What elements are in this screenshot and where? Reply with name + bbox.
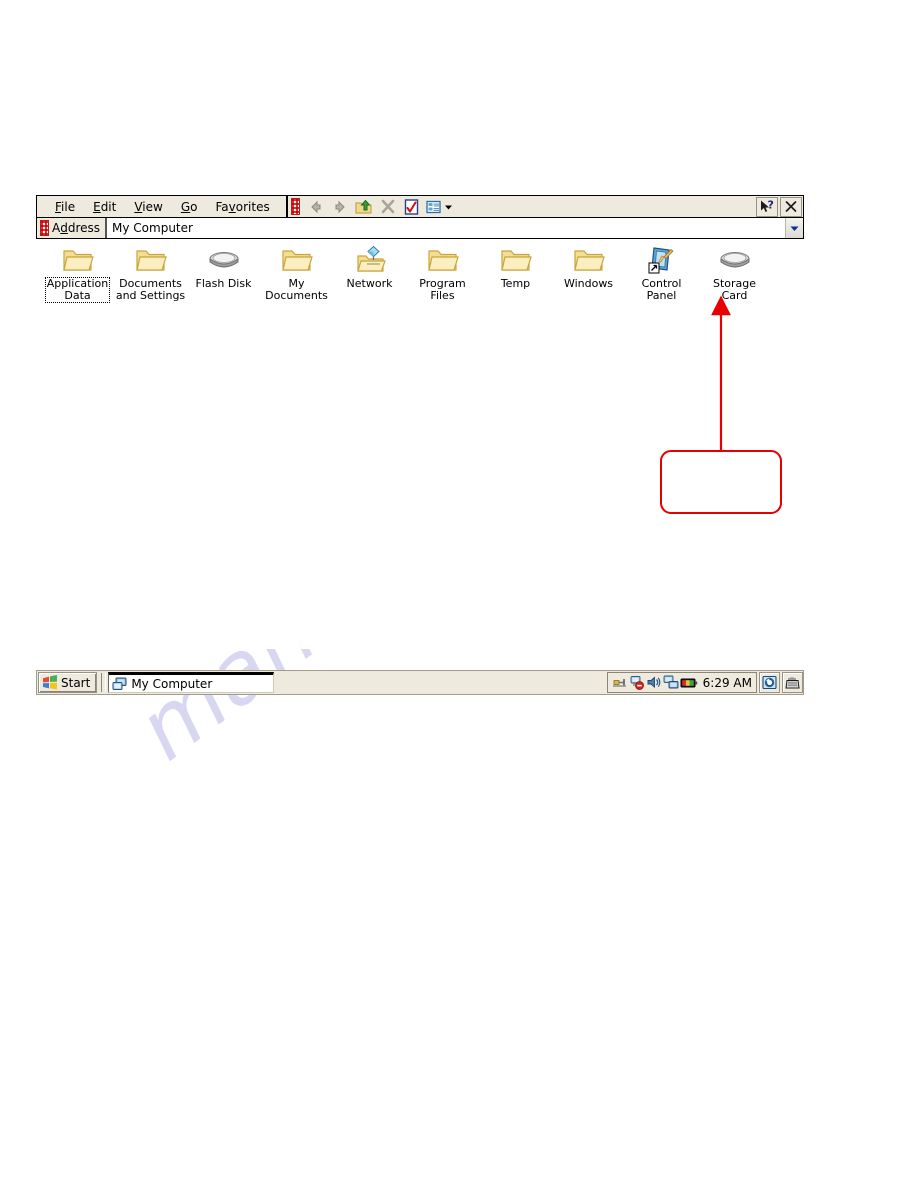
connector-plug-icon[interactable] [612,675,628,690]
file-item-application-data[interactable]: Application Data [41,245,114,303]
address-label: Ad dress [52,218,108,238]
menu-item-favorites-rest: orites [235,199,270,214]
close-x-icon [381,199,395,214]
close-window-button[interactable] [780,196,802,217]
help-pointer-icon: ? [760,199,773,212]
menu-toolbar-row: File Edit View Go Favorites ? [36,195,804,218]
menu-item-edit-rest: dit [100,199,117,214]
help-button[interactable]: ? [756,196,778,217]
file-item-label: Temp [500,277,531,290]
taskbar-separator [101,673,107,692]
volume-icon[interactable] [646,675,662,690]
control-panel-icon [645,245,679,275]
explorer-client-area: Application Data Documents and Settings [36,239,804,649]
menu-item-view[interactable]: View [125,198,171,216]
file-item-control-panel[interactable]: Control Panel [625,245,698,302]
drive-icon [207,245,241,275]
menu-item-go-rest: o [190,199,198,214]
folder-icon [134,245,168,275]
file-item-label: Documents and Settings [115,277,186,302]
menu-item-file-rest: ile [61,199,76,214]
file-item-temp[interactable]: Temp [479,245,552,290]
file-item-label: My Documents [265,277,328,302]
file-item-network[interactable]: Network [333,245,406,290]
menu-item-file[interactable]: File [46,198,84,216]
file-item-storage-card[interactable]: Storage Card [698,245,771,302]
network-folder-icon [353,245,387,275]
network-error-icon[interactable] [629,675,645,690]
views-list-icon [426,200,441,213]
svg-text:?: ? [767,199,773,212]
folder-icon [61,245,95,275]
system-tray: 6:29 AM [606,672,803,693]
menu-item-edit[interactable]: Edit [84,198,125,216]
tray-icon-group: 6:29 AM [606,672,757,693]
delete-button[interactable] [377,197,399,217]
folder-icon [572,245,606,275]
windows-flag-icon [43,675,57,690]
keyboard-sip-button[interactable] [782,672,803,693]
network-desktop-icon[interactable] [663,675,679,690]
chevron-down-icon [445,205,453,209]
address-grip-handle[interactable] [40,220,49,236]
address-label-rest: dress [67,221,101,235]
views-button[interactable] [425,197,455,217]
icon-grid: Application Data Documents and Settings [37,239,804,303]
file-item-label: Program Files [419,277,466,302]
file-item-label: Control Panel [641,277,682,302]
file-item-program-files[interactable]: Program Files [406,245,479,302]
folder-icon [280,245,314,275]
taskbar: Start My Computer 6:29 AM [36,670,804,695]
forward-button[interactable] [329,197,351,217]
keyboard-sip-icon [785,676,800,688]
address-bar: Ad dress My Computer [36,218,804,239]
folder-icon [499,245,533,275]
desktop-toggle-button[interactable] [759,672,780,693]
desktop-toggle-icon [762,675,777,690]
arrow-right-icon [335,200,345,213]
tray-clock: 6:29 AM [702,675,752,690]
chevron-down-icon [790,226,799,231]
start-button-label: Start [61,675,91,690]
menu-item-favorites[interactable]: Favorites [206,198,278,216]
file-item-label: Flash Disk [195,277,252,290]
file-item-my-documents[interactable]: My Documents [260,245,333,302]
close-x-icon [785,201,797,212]
up-folder-icon [355,199,372,213]
address-input[interactable]: My Computer [107,218,785,238]
menu-item-go[interactable]: Go [172,198,207,216]
back-button[interactable] [305,197,327,217]
file-item-label: Storage Card [712,277,757,302]
task-button-label: My Computer [131,676,213,691]
file-explorer-window: File Edit View Go Favorites ? A d dress … [36,195,804,649]
address-dropdown-button[interactable] [785,218,803,238]
file-item-windows[interactable]: Windows [552,245,625,290]
up-one-level-button[interactable] [353,197,375,217]
properties-page-icon [405,198,419,215]
file-item-flash-disk[interactable]: Flash Disk [187,245,260,290]
file-item-documents-and-settings[interactable]: Documents and Settings [114,245,187,302]
arrow-left-icon [310,200,321,213]
menu-item-view-rest: iew [142,199,163,214]
file-item-label: Windows [563,277,614,290]
drive-icon [718,245,752,275]
file-item-label: Application Data [44,277,111,303]
start-button[interactable]: Start [38,672,98,693]
menu-bar: File Edit View Go Favorites [37,196,288,217]
toolbar: ? [302,196,803,217]
folder-icon [426,245,460,275]
battery-icon[interactable] [680,676,698,690]
file-item-label: Network [346,277,393,290]
properties-button[interactable] [401,197,423,217]
task-button-my-computer[interactable]: My Computer [108,672,275,693]
my-computer-icon [112,677,127,690]
toolbar-grip-handle[interactable] [290,198,300,215]
